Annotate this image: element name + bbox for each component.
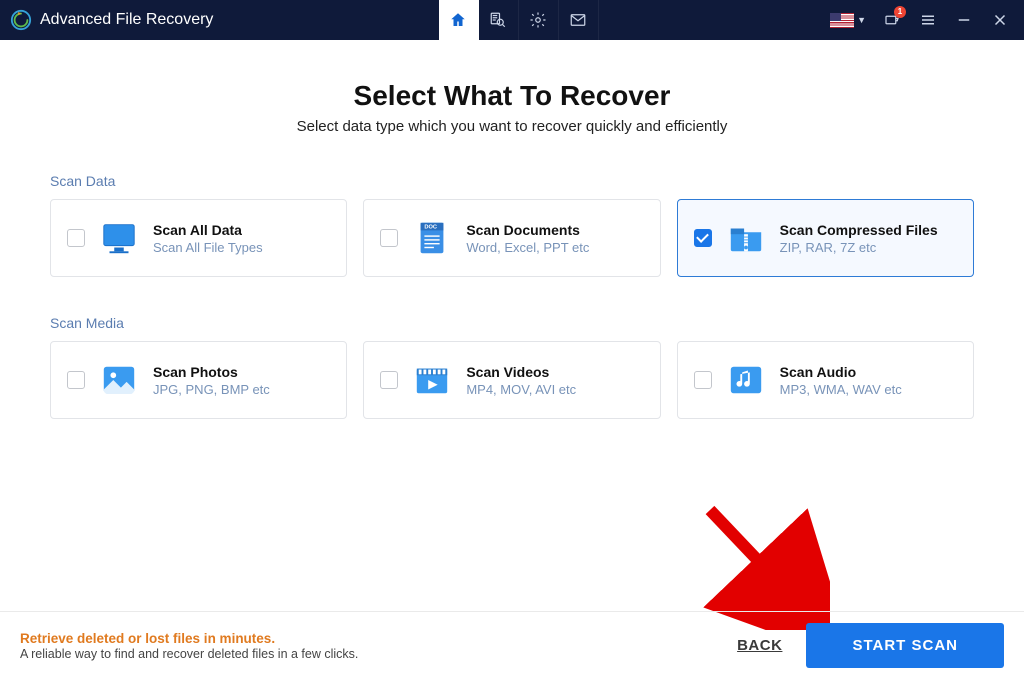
app-title: Advanced File Recovery: [40, 11, 213, 29]
checkbox-scan-compressed[interactable]: [694, 229, 712, 247]
checkbox-scan-all-data[interactable]: [67, 229, 85, 247]
card-scan-videos[interactable]: Scan Videos MP4, MOV, AVI etc: [363, 341, 660, 419]
chevron-down-icon: ▼: [857, 15, 866, 25]
titlebar: Advanced File Recovery ▼ 1: [0, 0, 1024, 40]
audio-icon: [726, 360, 766, 400]
notifications-button[interactable]: 1: [874, 0, 910, 40]
card-desc: Word, Excel, PPT etc: [466, 240, 589, 255]
card-scan-documents[interactable]: DOC Scan Documents Word, Excel, PPT etc: [363, 199, 660, 277]
card-title: Scan Compressed Files: [780, 222, 938, 238]
card-scan-audio[interactable]: Scan Audio MP3, WMA, WAV etc: [677, 341, 974, 419]
flag-us-icon: [830, 13, 854, 28]
page-subtitle: Select data type which you want to recov…: [50, 118, 974, 135]
main-content: Select What To Recover Select data type …: [0, 40, 1024, 419]
language-selector[interactable]: ▼: [824, 0, 874, 40]
logo-icon: [10, 9, 32, 31]
footer: Retrieve deleted or lost files in minute…: [0, 611, 1024, 679]
scan-data-row: Scan All Data Scan All File Types DOC Sc…: [50, 199, 974, 277]
monitor-icon: [99, 218, 139, 258]
nav-mail-button[interactable]: [559, 0, 599, 40]
card-desc: JPG, PNG, BMP etc: [153, 382, 270, 397]
checkbox-scan-documents[interactable]: [380, 229, 398, 247]
video-icon: [412, 360, 452, 400]
minimize-button[interactable]: [946, 0, 982, 40]
page-title: Select What To Recover: [50, 80, 974, 112]
card-desc: Scan All File Types: [153, 240, 263, 255]
card-title: Scan Videos: [466, 364, 576, 380]
card-desc: MP3, WMA, WAV etc: [780, 382, 902, 397]
card-scan-photos[interactable]: Scan Photos JPG, PNG, BMP etc: [50, 341, 347, 419]
svg-text:DOC: DOC: [425, 225, 438, 231]
back-button[interactable]: BACK: [737, 637, 782, 654]
nav-home-button[interactable]: [439, 0, 479, 40]
nav-search-button[interactable]: [479, 0, 519, 40]
checkbox-scan-videos[interactable]: [380, 371, 398, 389]
card-title: Scan Documents: [466, 222, 589, 238]
start-scan-button[interactable]: START SCAN: [806, 623, 1004, 668]
card-title: Scan Audio: [780, 364, 902, 380]
document-icon: DOC: [412, 218, 452, 258]
card-scan-all-data[interactable]: Scan All Data Scan All File Types: [50, 199, 347, 277]
photo-icon: [99, 360, 139, 400]
footer-sub: A reliable way to find and recover delet…: [20, 647, 737, 661]
close-button[interactable]: [982, 0, 1018, 40]
scan-media-row: Scan Photos JPG, PNG, BMP etc Scan Video…: [50, 341, 974, 419]
card-scan-compressed[interactable]: Scan Compressed Files ZIP, RAR, 7Z etc: [677, 199, 974, 277]
card-title: Scan Photos: [153, 364, 270, 380]
card-desc: MP4, MOV, AVI etc: [466, 382, 576, 397]
menu-button[interactable]: [910, 0, 946, 40]
footer-headline: Retrieve deleted or lost files in minute…: [20, 631, 737, 646]
nav-settings-button[interactable]: [519, 0, 559, 40]
checkbox-scan-audio[interactable]: [694, 371, 712, 389]
section-scan-data-label: Scan Data: [50, 173, 974, 189]
section-scan-media-label: Scan Media: [50, 315, 974, 331]
card-title: Scan All Data: [153, 222, 263, 238]
zip-folder-icon: [726, 218, 766, 258]
card-desc: ZIP, RAR, 7Z etc: [780, 240, 938, 255]
notification-badge: 1: [894, 6, 906, 18]
checkbox-scan-photos[interactable]: [67, 371, 85, 389]
app-logo: Advanced File Recovery: [0, 9, 213, 31]
